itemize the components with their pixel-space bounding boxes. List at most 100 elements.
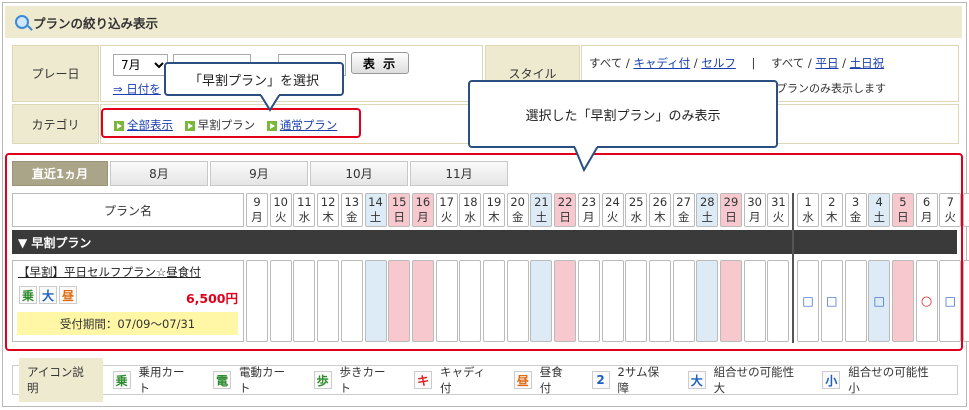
day-weekday: 水 xyxy=(802,210,814,224)
day-header: 30 月 xyxy=(743,193,766,227)
day-header: 22 日 xyxy=(554,193,577,227)
day-cell xyxy=(601,260,624,342)
tab-recent[interactable]: 直近1ヵ月 xyxy=(12,161,108,186)
style-self-link[interactable]: セルフ xyxy=(701,56,736,70)
legend-title: アイコン説明 xyxy=(19,358,103,402)
day-number: 5 xyxy=(899,195,907,209)
day-weekday: 日 xyxy=(393,210,405,224)
date-link[interactable]: ⇒ 日付を xyxy=(113,81,161,97)
day-weekday: 水 xyxy=(298,210,311,224)
day-weekday: 火 xyxy=(772,210,785,224)
style-separator: | xyxy=(751,56,756,70)
legend-icon: 電 xyxy=(213,371,232,389)
day-cell xyxy=(340,260,363,342)
style-weekend-link[interactable]: 土日祝 xyxy=(850,56,885,70)
legend-label: 組合せの可能性小 xyxy=(848,365,929,395)
available-square-mark: □ xyxy=(826,294,838,308)
day-weekday: 金 xyxy=(346,210,358,224)
day-weekday: 火 xyxy=(944,210,957,224)
legend-item: 乗乗用カート xyxy=(112,364,196,396)
day-weekday: 火 xyxy=(440,210,453,224)
day-cell xyxy=(648,260,671,342)
category-label: カテゴリ xyxy=(12,104,99,144)
tab-august[interactable]: 8月 xyxy=(110,161,208,186)
callout-pointer xyxy=(258,94,282,112)
legend-icon: 小 xyxy=(822,371,841,389)
day-weekday: 土 xyxy=(369,210,382,224)
day-number: 17 xyxy=(439,195,454,209)
day-header: 4土 xyxy=(868,193,891,227)
day-number: 3 xyxy=(851,195,860,209)
show-button[interactable]: 表 示 xyxy=(351,52,409,74)
day-header: 9月 xyxy=(246,193,268,227)
style-options: すべて / キャディ付 / セルフ | すべて / 平日 / 土日祝 xyxy=(589,56,885,70)
legend-icon: 歩 xyxy=(313,371,332,389)
day-number: 18 xyxy=(462,195,478,209)
callout-pointer xyxy=(572,146,600,172)
day-cell xyxy=(459,260,482,342)
availability-cell[interactable]: □ xyxy=(963,260,969,342)
available-square-mark: □ xyxy=(944,294,956,308)
icon-legend: アイコン説明 乗乗用カート電電動カート歩歩きカートキキャディ付昼昼食付 2 2サム保… xyxy=(12,358,958,402)
tab-october[interactable]: 10月 xyxy=(310,161,408,186)
tab-november[interactable]: 11月 xyxy=(410,161,508,186)
availability-cell[interactable]: □ xyxy=(797,260,820,342)
availability-cell[interactable]: □ xyxy=(939,260,962,342)
day-number: 12 xyxy=(320,195,336,209)
plan-name-header: プラン名 xyxy=(12,193,244,227)
plan-name-link[interactable]: 【早割】平日セルフプラン☆昼食付 xyxy=(18,264,201,280)
day-header: 2木 xyxy=(820,193,843,227)
month-divider xyxy=(792,193,795,343)
legend-label: 組合せの可能性大 xyxy=(713,365,795,395)
day-cell xyxy=(625,260,648,342)
day-number: 21 xyxy=(534,195,549,209)
legend-icon: 昼 xyxy=(513,371,532,389)
callout-show-early: 選択した「早割プラン」のみ表示 xyxy=(468,80,778,148)
day-weekday: 土 xyxy=(873,210,885,224)
day-cell xyxy=(364,260,387,342)
legend-label: キャディ付 xyxy=(440,365,486,395)
style-all-1[interactable]: すべて xyxy=(589,56,622,70)
day-number: 2 xyxy=(828,195,836,209)
day-header: 25 水 xyxy=(625,193,648,227)
day-weekday: 月 xyxy=(748,210,761,224)
day-header: 29 日 xyxy=(720,193,742,227)
legend-item: 昼昼食付 xyxy=(513,364,574,396)
day-header: 6月 xyxy=(915,193,938,227)
day-weekday: 木 xyxy=(322,210,334,224)
plan-icons: 乗大昼 xyxy=(19,286,77,304)
day-weekday: 水 xyxy=(630,210,642,224)
day-number: 29 xyxy=(723,195,739,209)
tab-september[interactable]: 9月 xyxy=(210,161,308,186)
day-weekday: 木 xyxy=(488,210,500,224)
availability-cell[interactable]: □ xyxy=(868,260,891,342)
day-weekday: 日 xyxy=(725,210,737,224)
day-weekday: 月 xyxy=(920,210,933,224)
style-weekday-link[interactable]: 平日 xyxy=(815,56,838,70)
availability-cell[interactable]: ○ xyxy=(915,260,938,342)
day-number: 30 xyxy=(747,195,762,209)
day-number: 19 xyxy=(486,195,502,209)
legend-icon: 大 xyxy=(687,371,706,389)
day-number: 25 xyxy=(628,195,644,209)
day-number: 11 xyxy=(297,195,312,209)
day-header: 14 土 xyxy=(364,193,387,227)
day-cell xyxy=(743,260,766,342)
style-all-2[interactable]: すべて xyxy=(771,56,804,70)
day-cell xyxy=(269,260,292,342)
day-weekday: 木 xyxy=(826,210,838,224)
month-select[interactable]: 7月 xyxy=(113,54,168,76)
plan-feature-icon: 大 xyxy=(39,286,57,304)
magnifier-icon xyxy=(15,15,29,29)
day-number: 24 xyxy=(605,195,620,209)
legend-label: 昼食付 xyxy=(539,365,563,395)
section-bar[interactable]: ▼ 早割プラン xyxy=(12,230,957,254)
legend-label: 乗用カート xyxy=(138,365,185,395)
plan-feature-icon: 昼 xyxy=(59,286,77,304)
style-caddie-link[interactable]: キャディ付 xyxy=(633,56,690,70)
day-number: 4 xyxy=(875,195,883,209)
day-number: 10 xyxy=(273,195,288,209)
day-header: 15 日 xyxy=(388,193,411,227)
availability-cell[interactable]: □ xyxy=(820,260,843,342)
day-header: 26 木 xyxy=(648,193,671,227)
